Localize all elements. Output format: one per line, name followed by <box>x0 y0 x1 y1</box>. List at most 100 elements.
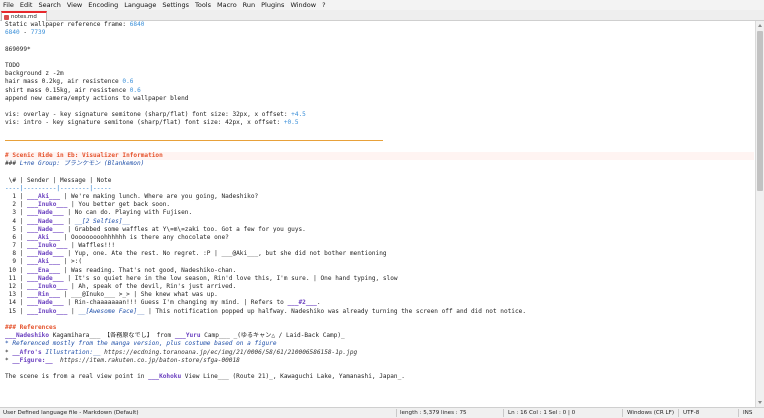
editor-line[interactable]: The scene is from a real view point in _… <box>5 373 754 381</box>
editor-line[interactable]: TODO <box>5 62 754 70</box>
text-segment: | Ooooooooohhhhhh is there any chocolate… <box>60 233 229 241</box>
text-segment: 0.6 <box>129 86 141 94</box>
status-divider <box>738 409 739 417</box>
editor-line[interactable]: 13 | ___Rin___ | ___@Inuko___ >_> | She … <box>5 291 754 299</box>
editor-line[interactable]: 1 | ___Aki___ | We're making lunch. Wher… <box>5 193 754 201</box>
text-segment: ### References <box>5 323 57 331</box>
menu--[interactable]: ? <box>322 0 325 10</box>
editor-line[interactable]: 15 | ___Inuko___ | __[Awesome Face]__ | … <box>5 308 754 316</box>
text-segment: 2 | <box>5 201 28 209</box>
text-segment: The scene is from a real view point in <box>5 373 149 381</box>
text-segment: Static wallpaper reference frame: <box>5 21 130 28</box>
vertical-scrollbar[interactable] <box>755 21 764 407</box>
text-segment: https://ecdning.toranoana.jp/ec/img/21/0… <box>104 348 358 356</box>
text-segment: ___#2___ <box>287 299 317 307</box>
editor-line[interactable]: append new camera/empty actions to wallp… <box>5 95 754 103</box>
tab-label: notes.md <box>11 14 37 20</box>
status-cursor: Ln : 16 Col : 1 Sel : 0 | 0 <box>508 410 576 416</box>
text-segment: | Rin-chaaaaaaan!!! Guess I'm changing m… <box>63 299 288 307</box>
editor-line[interactable]: 9 | ___Aki___ | >:( <box>5 258 754 266</box>
editor-line[interactable] <box>5 127 754 135</box>
editor-line[interactable]: \# | Sender | Message | Note <box>5 177 754 185</box>
menu-encoding[interactable]: Encoding <box>88 0 118 10</box>
menu-language[interactable]: Language <box>124 0 156 10</box>
scroll-thumb[interactable] <box>757 31 763 191</box>
status-mode: INS <box>743 410 753 416</box>
tab-bar: notes.md <box>0 10 764 21</box>
editor-line[interactable]: * __Figure:__ https://item.rakuten.co.jp… <box>5 357 754 365</box>
menu-window[interactable]: Window <box>290 0 316 10</box>
menu-macro[interactable]: Macro <box>217 0 237 10</box>
text-segment: ___Inuko___ <box>27 201 68 209</box>
menu-run[interactable]: Run <box>243 0 255 10</box>
editor-line[interactable]: 8 | ___Nade___ | Yup, one. Ate the rest.… <box>5 250 754 258</box>
menu-tools[interactable]: Tools <box>195 0 211 10</box>
text-segment: ___Nade___ <box>27 274 64 282</box>
editor-line[interactable] <box>5 54 754 62</box>
editor-line[interactable]: ### References <box>5 324 754 332</box>
editor-line[interactable] <box>5 136 754 144</box>
editor-line[interactable]: vis: overlay - key signature semitone (s… <box>5 111 754 119</box>
editor-line[interactable]: hair mass 0.2kg, air resistence 0.6 <box>5 78 754 86</box>
editor-line[interactable] <box>5 168 754 176</box>
text-segment: . <box>316 299 321 307</box>
editor-line[interactable]: * __Afro's Illustration:__ https://ecdni… <box>5 349 754 357</box>
editor-line[interactable] <box>5 103 754 111</box>
text-segment: 6 | <box>5 233 28 241</box>
text-segment: \# | Sender | Message | Note <box>5 176 112 184</box>
text-segment: | ___@Inuko___ >_> | She knew what was u… <box>60 291 218 299</box>
text-segment: 11 | <box>5 274 28 282</box>
editor-line[interactable]: shirt mass 0.15kg, air resistence 0.6 <box>5 87 754 95</box>
text-segment: | >:( <box>60 258 83 266</box>
editor-line[interactable] <box>5 365 754 373</box>
menu-plugins[interactable]: Plugins <box>261 0 284 10</box>
text-segment: 1 | <box>5 192 28 200</box>
text-segment: ___Nade___ <box>27 299 64 307</box>
editor-line[interactable]: ### L+ne Group: ブランケモン (Blankemon) <box>5 160 754 168</box>
text-segment: ___Aki___ <box>27 192 61 200</box>
text-segment: Kagamihara___ 【各務原なでし】 from <box>49 332 175 340</box>
editor-line[interactable]: 3 | ___Nade___ | No can do. Playing with… <box>5 209 754 217</box>
text-segment: 0.6 <box>122 78 134 86</box>
editor-line[interactable]: * Referenced mostly from the manga versi… <box>5 340 754 348</box>
editor-line[interactable]: 7 | ___Inuko___ | Waffles!!! <box>5 242 754 250</box>
menu-file[interactable]: File <box>3 0 14 10</box>
text-segment: Camp___ _(ゆるキャン△ / Laid-Back Camp)_ <box>200 332 345 340</box>
menu-search[interactable]: Search <box>38 0 60 10</box>
scroll-up-arrow-icon[interactable] <box>756 21 764 29</box>
text-editor[interactable]: Static wallpaper reference frame: 6840 68… <box>0 21 764 407</box>
editor-line[interactable]: Static wallpaper reference frame: 6840 <box>5 21 754 29</box>
horizontal-rule <box>5 139 383 141</box>
editor-line[interactable]: 869099* <box>5 46 754 54</box>
editor-line[interactable]: # Scenic Ride in Eb: Visualizer Informat… <box>5 152 754 161</box>
menu-view[interactable]: View <box>67 0 82 10</box>
editor-line[interactable]: ----|---------|--------|----- <box>5 185 754 193</box>
status-eol[interactable]: Windows (CR LF) <box>627 408 674 418</box>
editor-line[interactable] <box>5 316 754 324</box>
status-length: length : 5,379 <box>400 410 440 416</box>
editor-line[interactable]: vis: intro - key signature semitone (sha… <box>5 119 754 127</box>
editor-line[interactable]: 10 | ___Ena___ | Was reading. That's not… <box>5 267 754 275</box>
status-encoding[interactable]: UTF-8 <box>683 408 699 418</box>
menu-settings[interactable]: Settings <box>162 0 189 10</box>
editor-line[interactable]: 2 | ___Inuko___ | You better get back so… <box>5 201 754 209</box>
editor-line[interactable]: background z -2m <box>5 70 754 78</box>
text-segment: | Was reading. That's not good, Nadeshik… <box>60 266 237 274</box>
tab-notes-md[interactable]: notes.md <box>1 11 47 21</box>
scroll-down-arrow-icon[interactable] <box>756 399 764 407</box>
editor-line[interactable]: 4 | ___Nade___ | __[2 Selfies]__ <box>5 218 754 226</box>
text-segment: +4.5 <box>291 111 306 119</box>
editor-line[interactable]: 6 | ___Aki___ | Ooooooooohhhhhh is there… <box>5 234 754 242</box>
text-segment: append new camera/empty actions to wallp… <box>5 94 189 102</box>
editor-line[interactable]: 5 | ___Nade___ | Grabbed some waffles at… <box>5 226 754 234</box>
editor-line[interactable] <box>5 37 754 45</box>
text-segment: hair mass 0.2kg, air resistence <box>5 78 123 86</box>
editor-line[interactable]: 12 | ___Inuko___ | Ah, speak of the devi… <box>5 283 754 291</box>
menu-edit[interactable]: Edit <box>20 0 33 10</box>
editor-line[interactable]: 11 | ___Nade___ | It's so quiet here in … <box>5 275 754 283</box>
editor-line[interactable]: ___Nadeshiko Kagamihara___ 【各務原なでし】 from… <box>5 332 754 340</box>
editor-line[interactable]: 14 | ___Nade___ | Rin-chaaaaaaan!!! Gues… <box>5 299 754 307</box>
editor-line[interactable] <box>5 144 754 152</box>
text-segment: # Scenic Ride in Eb: Visualizer Informat… <box>5 152 163 159</box>
editor-line[interactable]: 6840 - 7739 <box>5 29 754 37</box>
